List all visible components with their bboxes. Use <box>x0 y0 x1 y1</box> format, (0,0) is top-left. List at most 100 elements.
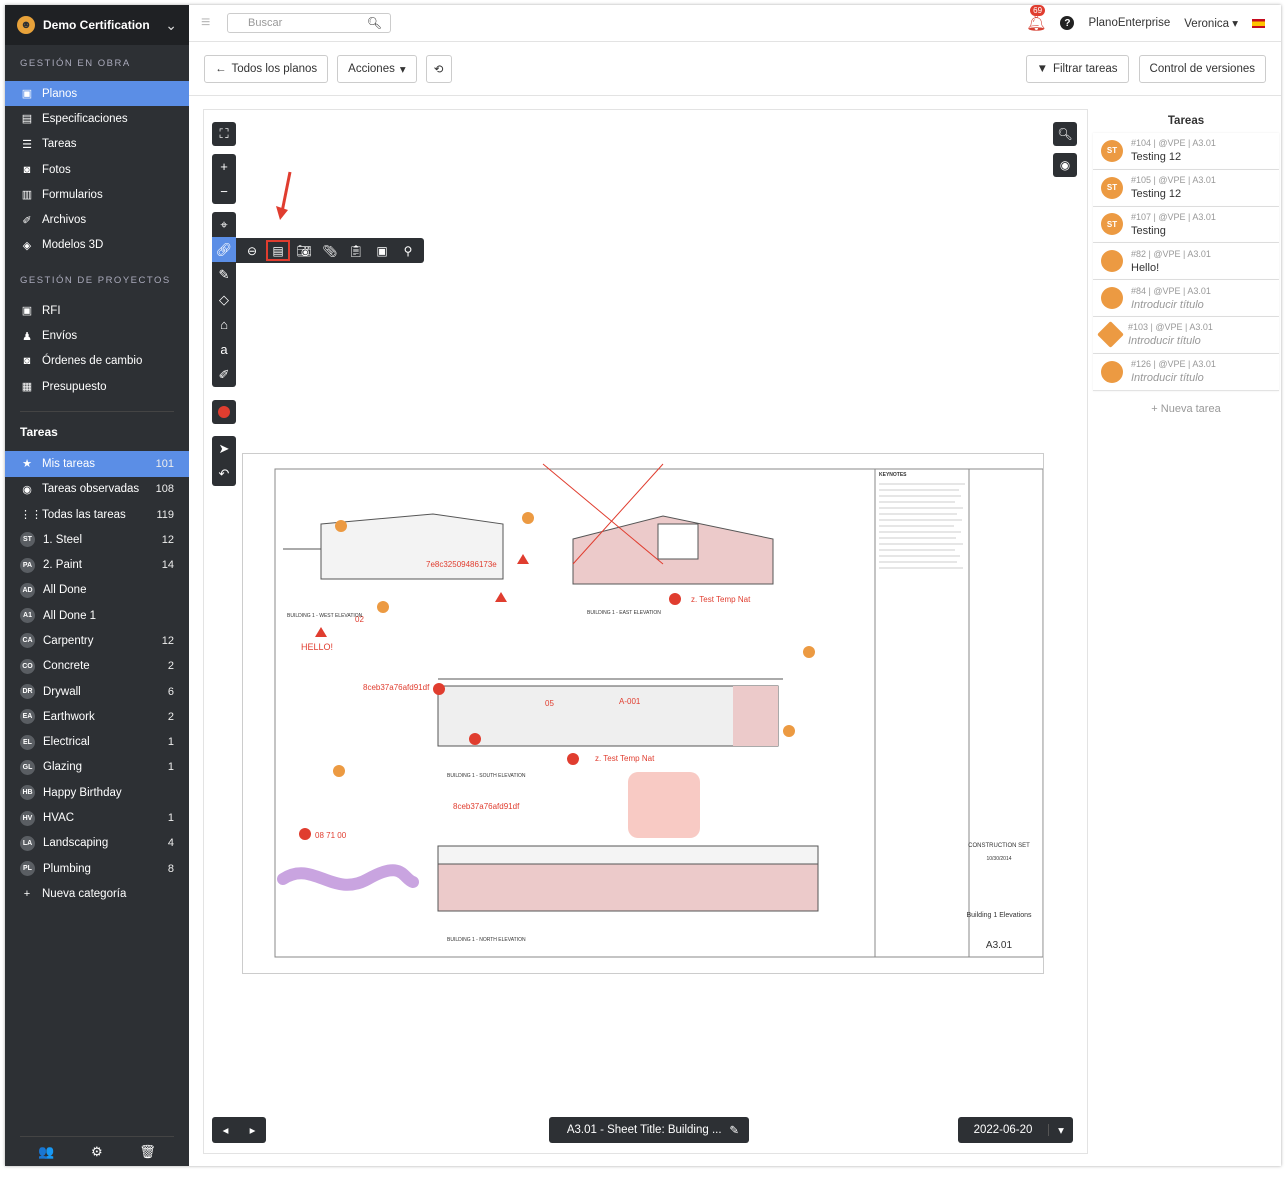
sidebar-item-archivos[interactable]: ✐ Archivos <box>5 207 189 232</box>
pen-icon[interactable]: ✎ <box>212 262 236 287</box>
record-icon[interactable] <box>212 400 236 424</box>
sidebar-item-modelos-3d[interactable]: ◈ Modelos 3D <box>5 233 189 258</box>
sidebar-item-proj-2[interactable]: ◙ Órdenes de cambio <box>5 349 189 374</box>
sidebar-task-filter[interactable]: ⋮⋮ Todas las tareas 119 <box>5 502 189 527</box>
sidebar-item-tareas[interactable]: ☰ Tareas <box>5 132 189 157</box>
fullscreen-icon[interactable]: ⛶ <box>212 122 236 146</box>
svg-text:Building 1 Elevations: Building 1 Elevations <box>967 912 1032 919</box>
text-icon[interactable]: a <box>212 337 236 362</box>
sidebar-category-item[interactable]: PL Plumbing 8 <box>5 856 189 881</box>
search-icon: 🔍︎ <box>366 16 382 30</box>
task-marker-icon <box>1101 287 1123 310</box>
sidebar-item-proj-1[interactable]: ♟ Envíos <box>5 323 189 348</box>
task-marker-icon <box>1101 360 1123 383</box>
sidebar-task-filter[interactable]: ★ Mis tareas 101 <box>5 451 189 477</box>
svg-text:05: 05 <box>545 699 554 708</box>
sidebar-item-planos[interactable]: ▣ Planos <box>5 81 189 107</box>
category-avatar: EL <box>20 734 35 750</box>
sidebar-item-proj-3[interactable]: ▦ Presupuesto <box>5 374 189 399</box>
sidebar-category-item[interactable]: EA Earthwork 2 <box>5 704 189 729</box>
trash-icon[interactable]: 🗑 <box>139 1144 156 1160</box>
version-control-button[interactable]: Control de versiones <box>1138 54 1266 83</box>
sheet-title-bar[interactable]: A3.01 - Sheet Title: Building ... ✎ <box>549 1117 749 1143</box>
plan-viewer[interactable]: ⛶ + − ⌖ 🔗︎ ✎ ◇ ⌂ a ✐ ➤ ↶ ⊖ ▤ 📷︎ 📎︎ 📋︎ ▣ … <box>203 109 1088 1154</box>
ruler-icon[interactable]: ✐ <box>212 362 236 387</box>
user-menu[interactable]: Veronica ▾ <box>1184 16 1238 30</box>
version-date-selector[interactable]: 2022-06-20 ▾ <box>958 1117 1073 1143</box>
sidebar-category-item[interactable]: HB Happy Birthday <box>5 780 189 805</box>
svg-text:08 71 00: 08 71 00 <box>315 831 347 840</box>
search-plan-icon[interactable]: 🔍︎ <box>1053 122 1077 146</box>
link-icon[interactable]: 🔗︎ <box>212 237 236 262</box>
link-form-icon[interactable]: 📋︎ <box>344 240 368 261</box>
filter-tasks-button[interactable]: ▼ Filtrar tareas <box>1025 54 1129 83</box>
sidebar-item-especificaciones[interactable]: ▤ Especificaciones <box>5 106 189 131</box>
task-card[interactable]: #103 | @VPE | A3.01 Introducir título <box>1093 316 1279 354</box>
back-to-plans-button[interactable]: ← Todos los planos <box>204 54 329 83</box>
plan-sheet[interactable]: 7e8c32509486173e z. Test Temp Nat HELLO!… <box>242 453 1044 974</box>
new-task-link[interactable]: + Nueva tarea <box>1093 403 1279 415</box>
task-card[interactable]: ST #105 | @VPE | A3.01 Testing 12 <box>1093 169 1279 207</box>
zoom-out-icon[interactable]: − <box>212 179 236 204</box>
link-file-icon[interactable]: 📎︎ <box>318 240 342 261</box>
sidebar-category-item[interactable]: CO Concrete 2 <box>5 654 189 679</box>
sidebar-category-item[interactable]: ST 1. Steel 12 <box>5 527 189 552</box>
svg-text:BUILDING 1 - SOUTH ELEVATION: BUILDING 1 - SOUTH ELEVATION <box>447 773 526 779</box>
task-card[interactable]: #84 | @VPE | A3.01 Introducir título <box>1093 280 1279 317</box>
calculator-icon: ▦ <box>21 381 33 394</box>
cursor-icon[interactable]: ➤ <box>212 436 236 461</box>
sidebar-task-filter[interactable]: ◉ Tareas observadas 108 <box>5 477 189 502</box>
link-spec-icon[interactable]: ▤ <box>266 240 290 261</box>
change-order-icon: ◙ <box>23 355 31 368</box>
red-arrow-indicator <box>276 171 292 220</box>
shapes-icon[interactable]: ◇ <box>212 287 236 312</box>
prev-page-icon[interactable]: ◂ <box>223 1123 229 1137</box>
task-marker-icon: ST <box>1101 139 1123 162</box>
page-nav: ◂ ▸ <box>212 1117 266 1143</box>
sidebar-category-item[interactable]: GL Glazing 1 <box>5 755 189 780</box>
pin-icon[interactable]: ⌖ <box>212 212 236 237</box>
link-photo-icon[interactable]: 📷︎ <box>292 240 316 261</box>
task-card[interactable]: #82 | @VPE | A3.01 Hello! <box>1093 243 1279 281</box>
task-card[interactable]: ST #107 | @VPE | A3.01 Testing <box>1093 206 1279 244</box>
project-selector[interactable]: ☻ Demo Certification ⌄ <box>5 5 189 45</box>
users-icon[interactable]: 👥 <box>38 1144 54 1160</box>
sidebar-category-item[interactable]: HV HVAC 1 <box>5 805 189 830</box>
menu-icon[interactable]: ≡ <box>201 14 217 32</box>
link-plan-icon[interactable]: ⊖ <box>240 240 264 261</box>
sidebar-category-item[interactable]: CA Carpentry 12 <box>5 628 189 653</box>
sidebar-item-formularios[interactable]: ▥ Formularios <box>5 182 189 207</box>
sidebar-category-item[interactable]: EL Electrical 1 <box>5 730 189 755</box>
paperclip-icon: ✐ <box>22 214 32 227</box>
next-page-icon[interactable]: ▸ <box>250 1123 256 1137</box>
edit-pencil-icon[interactable]: ✎ <box>729 1123 739 1137</box>
task-card[interactable]: #126 | @VPE | A3.01 Introducir título <box>1093 353 1279 391</box>
link-stamp-icon[interactable]: ⚲ <box>396 240 420 261</box>
zoom-in-icon[interactable]: + <box>212 154 236 179</box>
sidebar-category-item[interactable]: PA 2. Paint 14 <box>5 552 189 577</box>
undo-icon[interactable]: ↶ <box>212 461 236 486</box>
link-submenu: ⊖ ▤ 📷︎ 📎︎ 📋︎ ▣ ⚲ <box>236 238 424 263</box>
svg-text:z. Test Temp Nat: z. Test Temp Nat <box>691 595 751 604</box>
language-flag-icon[interactable] <box>1252 18 1265 28</box>
sidebar-item-proj-0[interactable]: ▣ RFI <box>5 298 189 323</box>
visibility-icon[interactable]: ◉ <box>1053 153 1077 177</box>
sidebar: ☻ Demo Certification ⌄ GESTIÓN EN OBRA ▣… <box>5 5 189 1166</box>
sidebar-footer: 👥 ⚙ 🗑 <box>20 1136 174 1166</box>
link-document-icon[interactable]: ▣ <box>370 240 394 261</box>
sidebar-category-item[interactable]: AD All Done <box>5 578 189 603</box>
account-name[interactable]: PlanoEnterprise <box>1088 17 1170 29</box>
actions-dropdown[interactable]: Acciones ▾ <box>337 54 417 83</box>
sidebar-category-item[interactable]: A1 All Done 1 <box>5 603 189 628</box>
search-input[interactable]: Buscar 🔍︎ <box>227 13 391 33</box>
new-category-link[interactable]: + Nueva categoría <box>5 881 189 906</box>
history-button[interactable]: ⟲ <box>425 54 452 83</box>
sidebar-category-item[interactable]: LA Landscaping 4 <box>5 831 189 856</box>
sidebar-category-item[interactable]: DR Drywall 6 <box>5 679 189 704</box>
gear-icon[interactable]: ⚙ <box>91 1144 103 1160</box>
sidebar-item-fotos[interactable]: ◙ Fotos <box>5 157 189 182</box>
stamp-icon[interactable]: ⌂ <box>212 312 236 337</box>
task-card[interactable]: ST #104 | @VPE | A3.01 Testing 12 <box>1093 133 1279 170</box>
notifications-bell-icon[interactable]: 🔔︎ 69 <box>1026 5 1046 33</box>
help-icon[interactable]: ? <box>1060 16 1075 30</box>
